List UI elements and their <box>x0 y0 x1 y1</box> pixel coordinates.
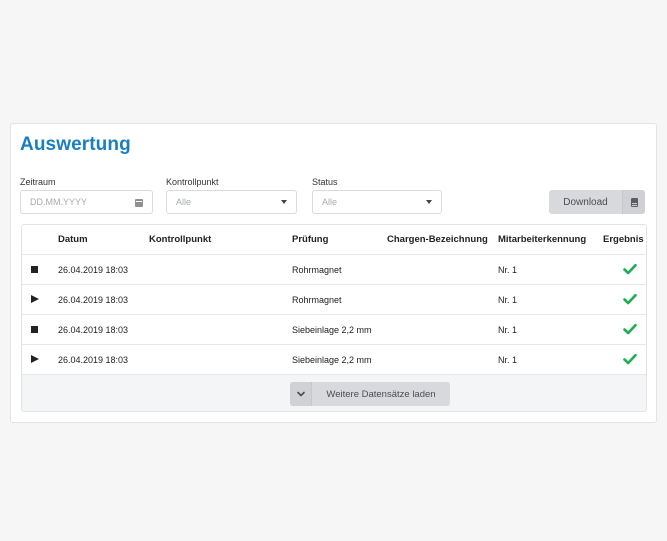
kontrollpunkt-select[interactable]: Alle <box>166 190 297 214</box>
header-datum[interactable]: Datum <box>58 225 88 255</box>
cell-mitarbeiterkennung: Nr. 1 <box>498 325 518 335</box>
cell-mitarbeiterkennung: Nr. 1 <box>498 355 518 365</box>
table-row[interactable]: 26.04.2019 18:03 Siebeinlage 2,2 mm Nr. … <box>22 315 646 345</box>
cell-pruefung: Siebeinlage 2,2 mm <box>292 325 372 335</box>
header-ergebnis[interactable]: Ergebnis <box>603 225 644 255</box>
caret-down-icon <box>281 200 287 204</box>
play-icon[interactable] <box>31 355 39 363</box>
calendar-icon[interactable] <box>135 198 143 207</box>
cell-datum: 26.04.2019 18:03 <box>58 295 129 305</box>
table-row[interactable]: 26.04.2019 18:03 Rohrmagnet Nr. 1 <box>22 285 646 315</box>
cell-datum: 26.04.2019 18:03 <box>58 325 129 335</box>
check-icon <box>623 293 637 305</box>
cell-mitarbeiterkennung: Nr. 1 <box>498 295 518 305</box>
stop-icon[interactable] <box>31 326 38 333</box>
stop-icon[interactable] <box>31 266 38 273</box>
table-footer: Weitere Datensätze laden <box>22 375 646 411</box>
evaluation-panel: Auswertung Zeitraum DD.MM.YYYY Kontrollp… <box>10 123 657 423</box>
load-more-button[interactable]: Weitere Datensätze laden <box>290 382 450 406</box>
results-table: Datum Kontrollpunkt Prüfung Chargen-Beze… <box>21 224 647 412</box>
download-button[interactable]: Download <box>549 190 645 214</box>
chevron-down-icon <box>290 382 312 406</box>
status-select[interactable]: Alle <box>312 190 442 214</box>
status-select-value: Alle <box>322 197 338 207</box>
cell-pruefung: Siebeinlage 2,2 mm <box>292 355 372 365</box>
status-label: Status <box>312 177 338 187</box>
header-pruefung[interactable]: Prüfung <box>292 225 328 255</box>
header-mitarbeiterkennung[interactable]: Mitarbeiterkennung <box>498 225 586 255</box>
load-more-label: Weitere Datensätze laden <box>326 388 436 400</box>
table-row[interactable]: 26.04.2019 18:03 Siebeinlage 2,2 mm Nr. … <box>22 345 646 375</box>
document-icon <box>630 197 638 207</box>
cell-datum: 26.04.2019 18:03 <box>58 265 129 275</box>
page-title: Auswertung <box>20 134 131 155</box>
download-file-button[interactable] <box>622 190 645 214</box>
table-header-row: Datum Kontrollpunkt Prüfung Chargen-Beze… <box>22 225 646 255</box>
check-icon <box>623 263 637 275</box>
cell-pruefung: Rohrmagnet <box>292 265 342 275</box>
caret-down-icon <box>426 200 432 204</box>
kontrollpunkt-label: Kontrollpunkt <box>166 177 219 187</box>
check-icon <box>623 353 637 365</box>
zeitraum-placeholder: DD.MM.YYYY <box>30 197 88 207</box>
download-button-label: Download <box>563 196 608 208</box>
cell-pruefung: Rohrmagnet <box>292 295 342 305</box>
play-icon[interactable] <box>31 295 39 303</box>
check-icon <box>623 323 637 335</box>
cell-mitarbeiterkennung: Nr. 1 <box>498 265 518 275</box>
table-row[interactable]: 26.04.2019 18:03 Rohrmagnet Nr. 1 <box>22 255 646 285</box>
header-chargen-bezeichnung[interactable]: Chargen-Bezeichnung <box>387 225 488 255</box>
cell-datum: 26.04.2019 18:03 <box>58 355 129 365</box>
kontrollpunkt-select-value: Alle <box>176 197 192 207</box>
zeitraum-label: Zeitraum <box>20 177 56 187</box>
zeitraum-date-input[interactable]: DD.MM.YYYY <box>20 190 153 214</box>
header-kontrollpunkt[interactable]: Kontrollpunkt <box>149 225 211 255</box>
